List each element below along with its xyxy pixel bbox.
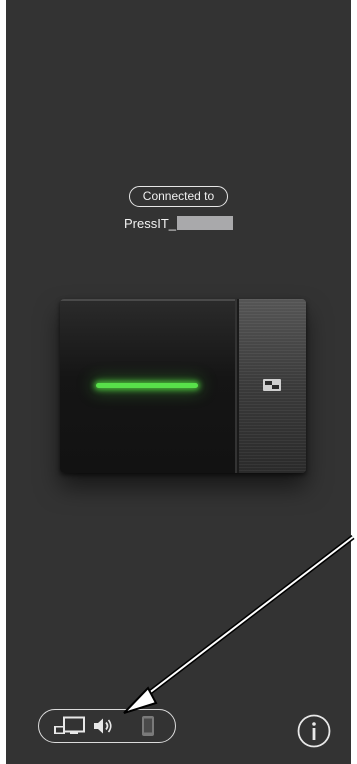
annotation-arrow (123, 535, 355, 714)
